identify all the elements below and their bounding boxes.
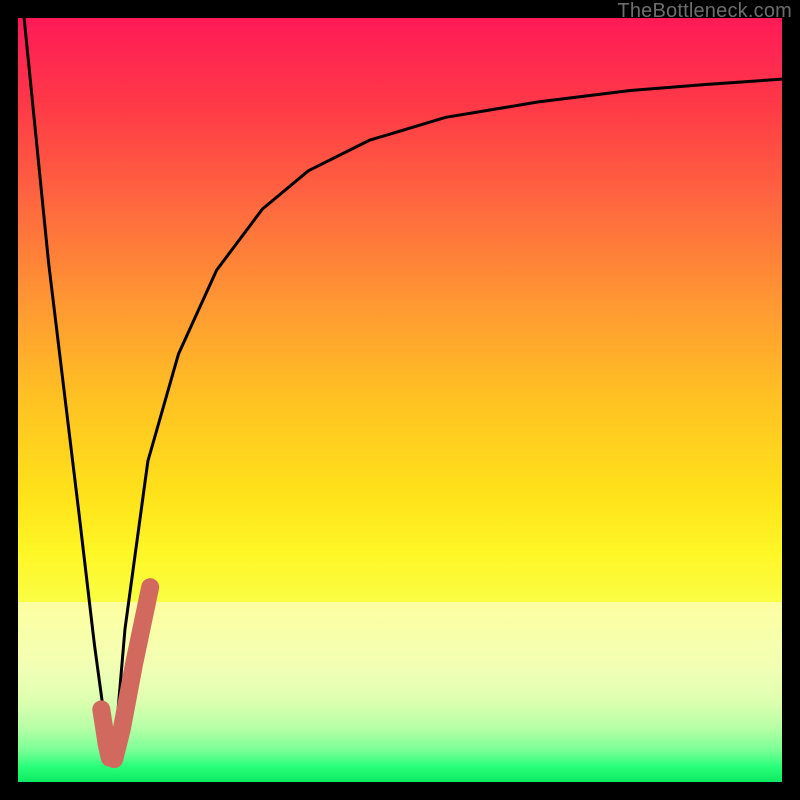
curve-layer — [18, 18, 782, 782]
chart-container: TheBottleneck.com — [0, 0, 800, 800]
plot-area — [18, 18, 782, 782]
